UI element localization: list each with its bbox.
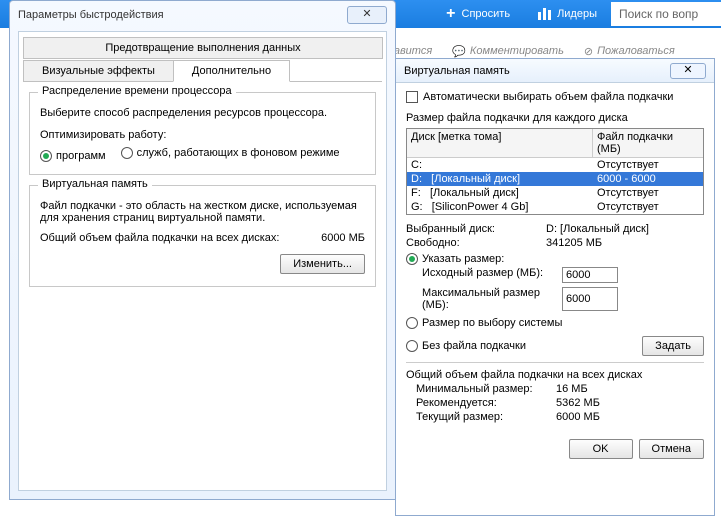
virtual-memory-group: Виртуальная память Файл подкачки - это о…: [29, 185, 376, 287]
group-description: Выберите способ распределения ресурсов п…: [40, 107, 365, 119]
rec-size-label: Рекомендуется:: [416, 397, 556, 409]
drive-row[interactable]: G: [SiliconPower 4 Gb]Отсутствует: [407, 200, 703, 214]
free-space-value: 341205 МБ: [546, 237, 602, 249]
cur-size-label: Текущий размер:: [416, 411, 556, 423]
size-each-label: Размер файла подкачки для каждого диска: [406, 112, 704, 124]
ask-button[interactable]: +Спросить: [432, 0, 524, 28]
tab-dep[interactable]: Предотвращение выполнения данных: [23, 37, 383, 59]
drive-row[interactable]: D: [Локальный диск]6000 - 6000: [407, 172, 703, 186]
drive-row[interactable]: F: [Локальный диск]Отсутствует: [407, 186, 703, 200]
radio-no-paging[interactable]: Без файла подкачки: [406, 340, 526, 352]
selected-drive-label: Выбранный диск:: [406, 223, 546, 235]
bars-icon: [538, 8, 551, 20]
vm-total-value: 6000 МБ: [321, 232, 365, 244]
col-size: Файл подкачки (МБ): [593, 129, 703, 157]
leaders-button[interactable]: Лидеры: [524, 0, 611, 28]
comment-button[interactable]: 💬 Комментировать: [452, 45, 564, 58]
radio-programs[interactable]: программ: [40, 150, 106, 162]
initial-size-input[interactable]: [562, 267, 618, 283]
free-space-label: Свободно:: [406, 237, 546, 249]
auto-manage-checkbox[interactable]: Автоматически выбирать объем файла подка…: [406, 91, 673, 103]
min-size-value: 16 МБ: [556, 383, 588, 395]
drive-row[interactable]: C: Отсутствует: [407, 158, 703, 172]
report-button[interactable]: ⊘ Пожаловаться: [584, 45, 675, 58]
max-size-input[interactable]: [562, 287, 618, 311]
col-drive: Диск [метка тома]: [407, 129, 593, 157]
vm-total-label: Общий объем файла подкачки на всех диска…: [40, 232, 321, 244]
radio-system-size[interactable]: Размер по выбору системы: [406, 317, 562, 329]
radio-services[interactable]: служб, работающих в фоновом режиме: [121, 147, 340, 159]
dialog-titlebar: Виртуальная память ✕: [396, 59, 714, 83]
virtual-memory-dialog: Виртуальная память ✕ Автоматически выбир…: [395, 58, 715, 516]
processor-scheduling-group: Распределение времени процессора Выберит…: [29, 92, 376, 175]
close-icon[interactable]: ✕: [347, 6, 387, 24]
close-icon[interactable]: ✕: [670, 63, 706, 79]
drive-list[interactable]: Диск [метка тома]Файл подкачки (МБ) C: О…: [406, 128, 704, 215]
initial-size-label: Исходный размер (МБ):: [422, 267, 562, 283]
tab-visual-effects[interactable]: Визуальные эффекты: [23, 60, 174, 82]
dialog-title: Виртуальная память: [404, 65, 510, 77]
change-button[interactable]: Изменить...: [280, 254, 365, 274]
optimize-label: Оптимизировать работу:: [40, 129, 365, 141]
tab-advanced[interactable]: Дополнительно: [173, 60, 290, 82]
min-size-label: Минимальный размер:: [416, 383, 556, 395]
max-size-label: Максимальный размер (МБ):: [422, 287, 562, 311]
ok-button[interactable]: OK: [569, 439, 633, 459]
radio-custom-size[interactable]: Указать размер:: [406, 253, 504, 265]
selected-drive-value: D: [Локальный диск]: [546, 223, 649, 235]
vm-description: Файл подкачки - это область на жестком д…: [40, 200, 365, 224]
performance-options-dialog: Параметры быстродействия ✕ Предотвращени…: [9, 0, 396, 500]
rec-size-value: 5362 МБ: [556, 397, 600, 409]
cancel-button[interactable]: Отмена: [639, 439, 704, 459]
dialog-title: Параметры быстродействия: [18, 9, 164, 21]
total-legend: Общий объем файла подкачки на всех диска…: [406, 369, 704, 381]
dialog-titlebar: Параметры быстродействия ✕: [10, 1, 395, 29]
set-button[interactable]: Задать: [642, 336, 704, 356]
group-legend: Виртуальная память: [38, 178, 152, 190]
plus-icon: +: [446, 5, 455, 23]
group-legend: Распределение времени процессора: [38, 85, 236, 97]
cur-size-value: 6000 МБ: [556, 411, 600, 423]
search-input[interactable]: Поиск по вопр: [611, 2, 721, 26]
